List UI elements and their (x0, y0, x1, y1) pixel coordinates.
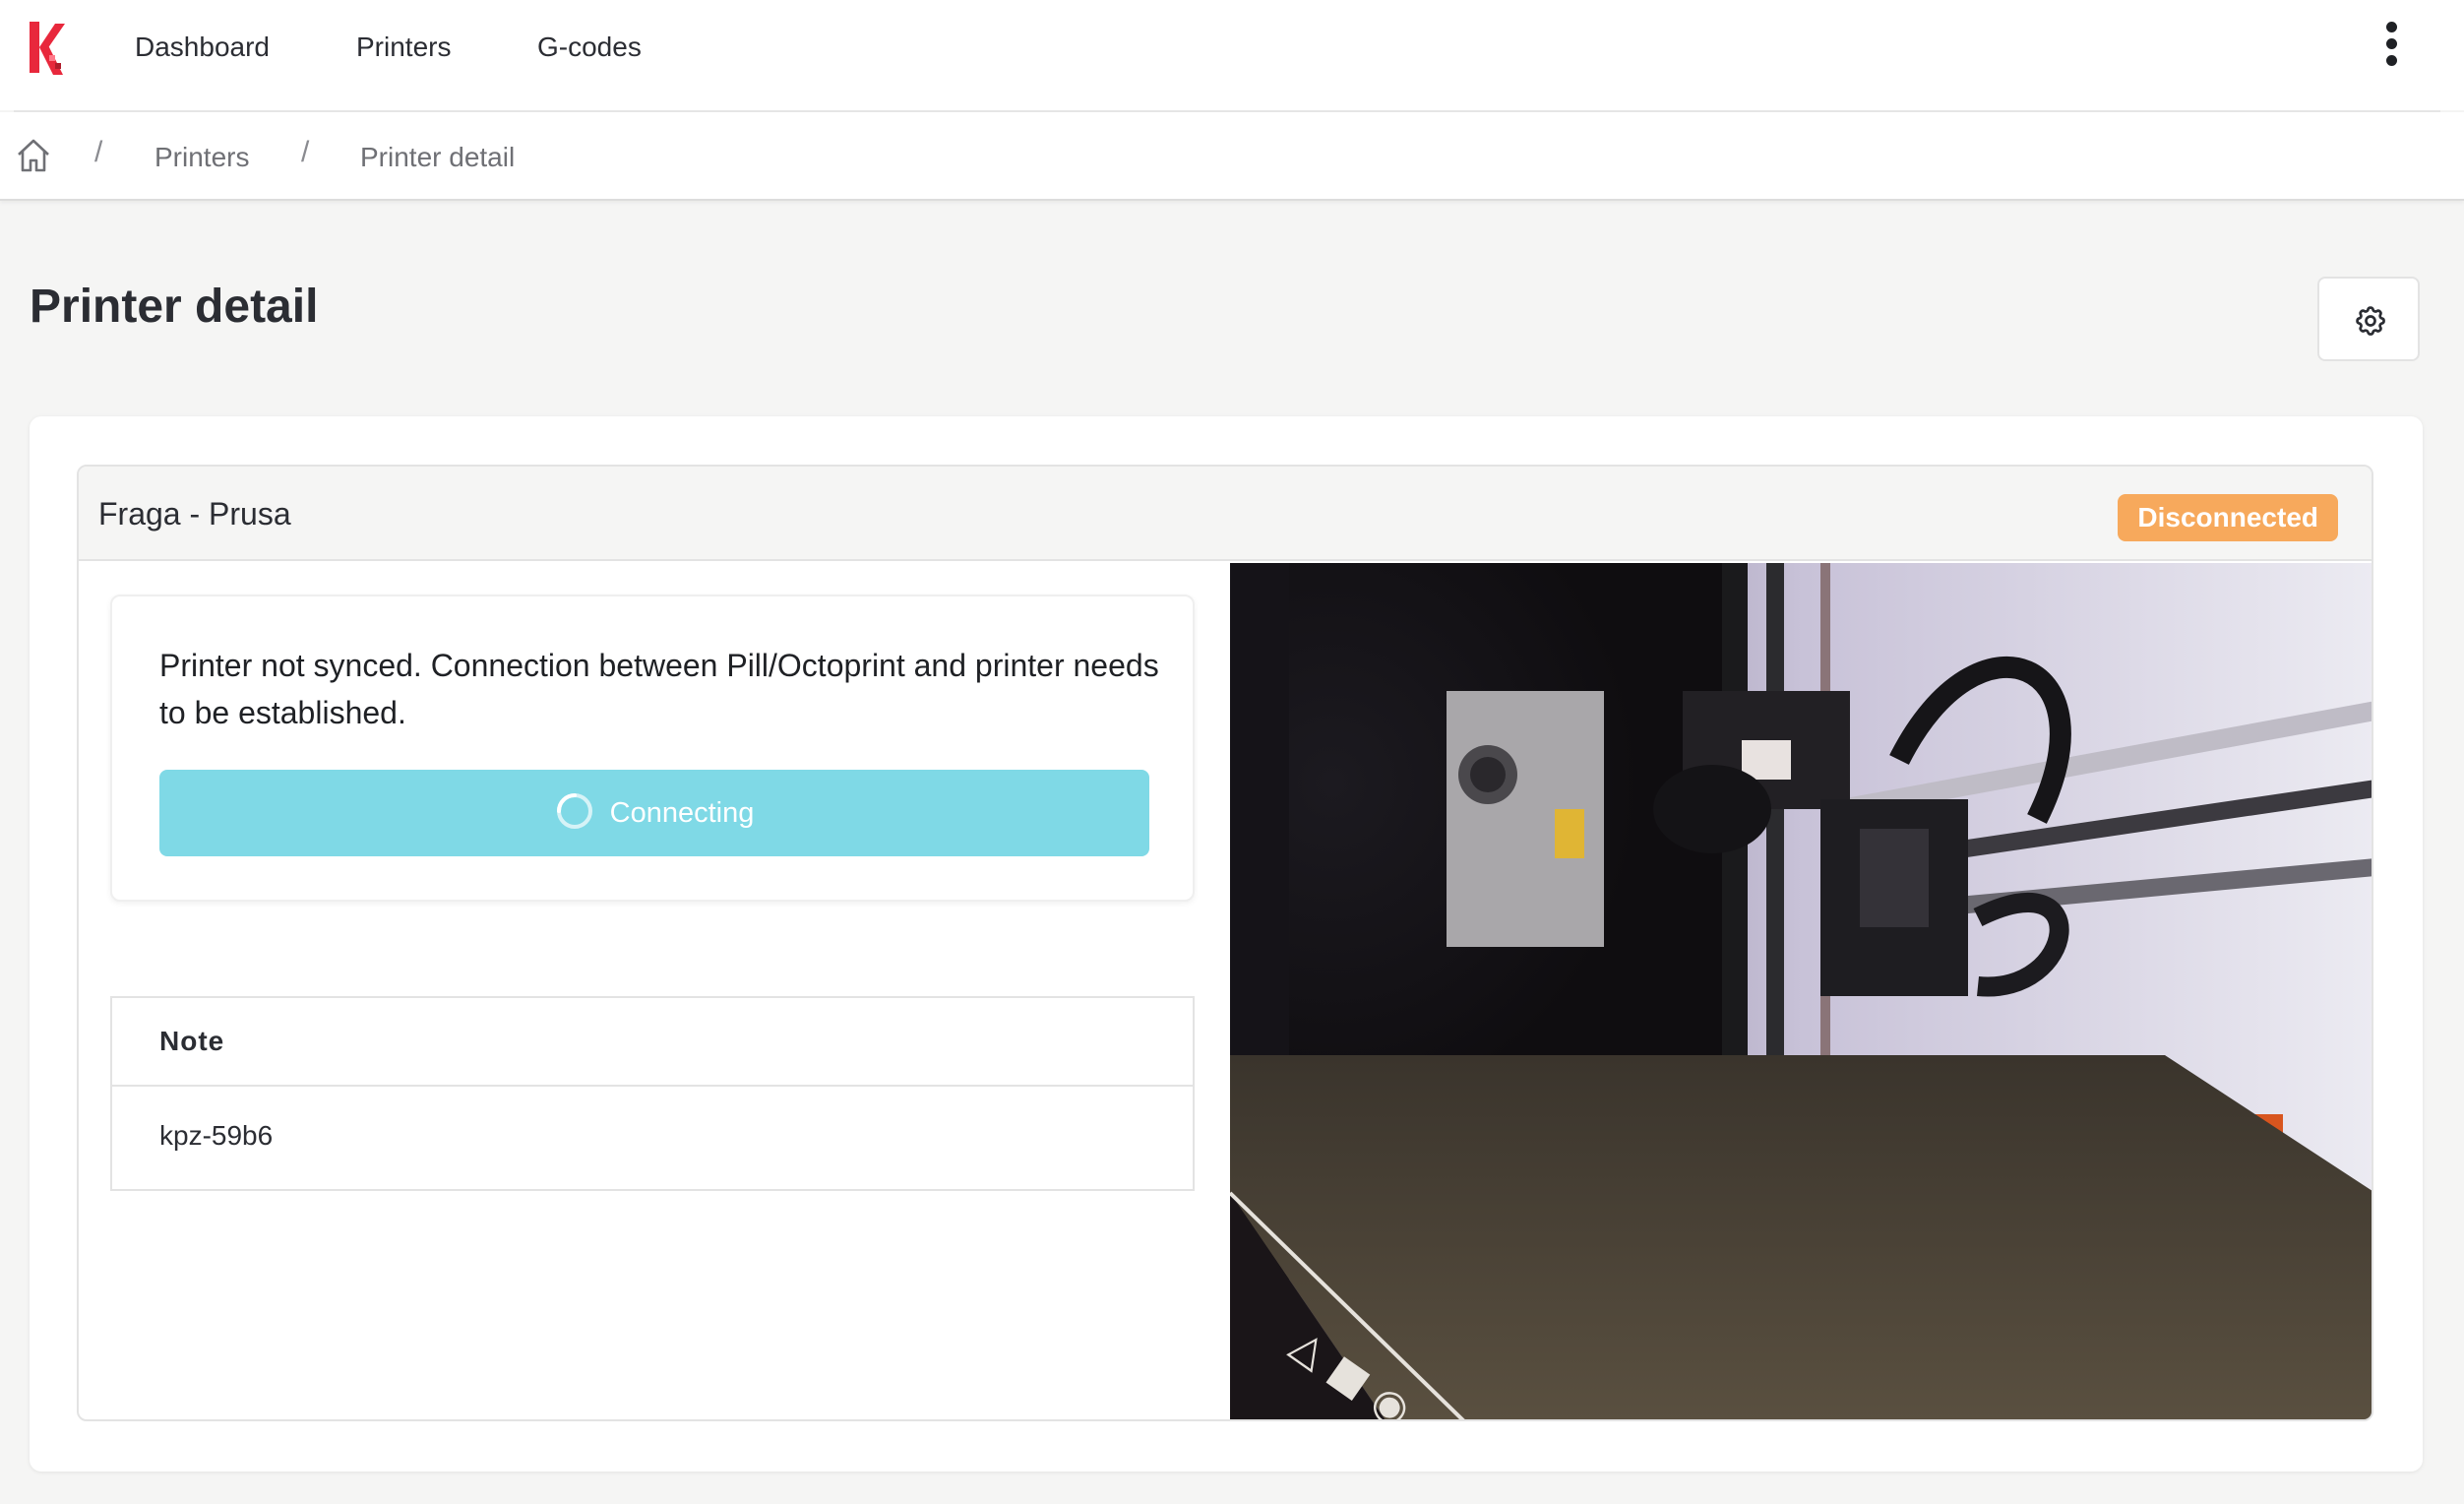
sync-message: Printer not synced. Connection between P… (159, 648, 1159, 730)
spinner-icon (556, 793, 592, 830)
note-table-header: Note (112, 998, 1193, 1087)
top-navbar: Dashboard Printers G-codes (0, 0, 2464, 112)
printer-card: Fraga - Prusa Disconnected Printer not s… (77, 465, 2373, 1421)
note-table: Note kpz-59b6 (110, 996, 1195, 1191)
note-header: Note (159, 1026, 225, 1056)
status-badge: Disconnected (2118, 494, 2338, 541)
printer-camera-image: △ ■ ◉ ⊘ (1230, 563, 2372, 1419)
printer-card-header: Fraga - Prusa Disconnected (79, 467, 2372, 561)
breadcrumb-separator: / (301, 136, 310, 168)
printer-name: Fraga - Prusa (98, 496, 291, 532)
breadcrumb: / Printers / Printer detail (0, 112, 2464, 201)
breadcrumb-current: Printer detail (360, 142, 516, 172)
nav-dashboard[interactable]: Dashboard (135, 28, 270, 67)
nav-printers[interactable]: Printers (356, 28, 451, 67)
app-logo[interactable] (26, 18, 71, 81)
note-value: kpz-59b6 (159, 1120, 274, 1151)
kebab-menu-icon[interactable] (2375, 18, 2407, 77)
home-icon[interactable] (14, 136, 53, 175)
page-title: Printer detail (30, 281, 319, 333)
gear-icon (2356, 306, 2385, 336)
connect-button[interactable]: Connecting (159, 770, 1149, 856)
nav-gcodes[interactable]: G-codes (537, 28, 642, 67)
breadcrumb-printers[interactable]: Printers (154, 138, 249, 177)
sync-panel: Printer not synced. Connection between P… (110, 595, 1195, 902)
settings-button[interactable] (2317, 277, 2420, 361)
breadcrumb-separator: / (94, 136, 103, 168)
connect-button-label: Connecting (609, 797, 755, 829)
